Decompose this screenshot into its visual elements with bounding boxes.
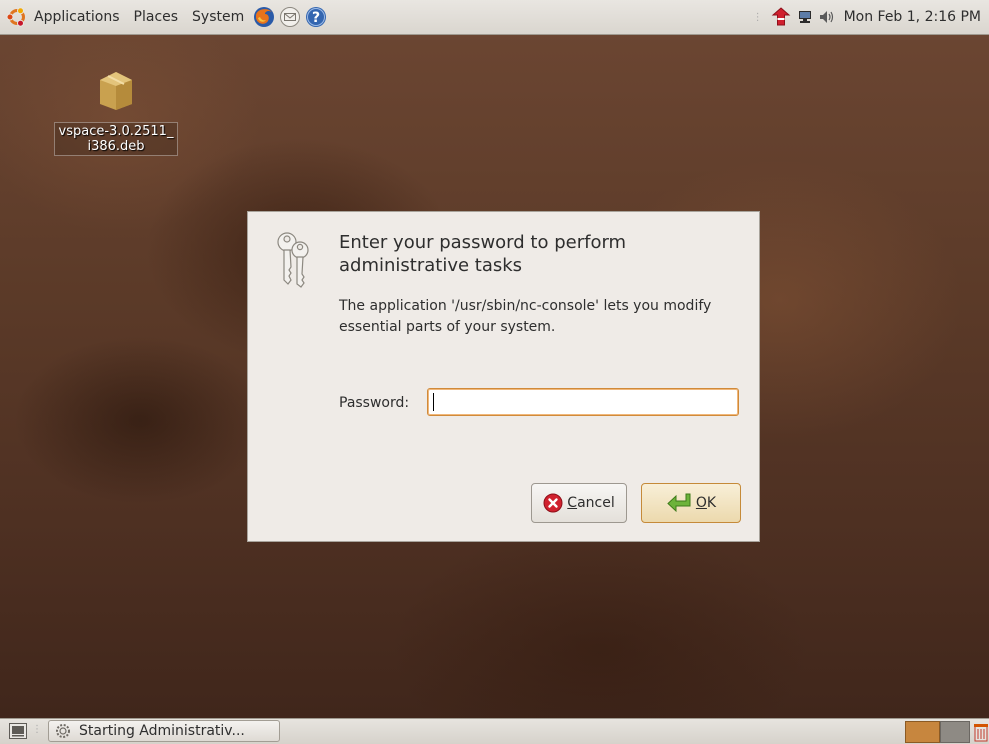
desktop-file-vspace-deb[interactable]: vspace-3.0.2511_ i386.deb [40, 68, 192, 156]
system-menu[interactable]: System [185, 0, 251, 34]
desktop-screen: Applications Places System ? ⋮ Mon Feb 1… [0, 0, 989, 744]
ok-button[interactable]: OK [641, 483, 741, 523]
show-desktop-icon[interactable] [9, 723, 27, 739]
ubuntu-logo-icon [6, 7, 25, 27]
cancel-button-label: Cancel [567, 495, 615, 511]
enter-arrow-icon [667, 493, 691, 513]
dialog-message: The application '/usr/sbin/nc-console' l… [339, 298, 712, 335]
keys-icon [277, 232, 309, 288]
bottom-panel: ⋮ Starting Administrativ... [0, 718, 989, 744]
cancel-button[interactable]: Cancel [531, 483, 627, 523]
ok-button-label: OK [695, 495, 717, 511]
help-launcher-icon[interactable]: ? [305, 6, 327, 28]
authentication-dialog: Enter your password to perform administr… [248, 212, 759, 541]
volume-icon[interactable] [818, 8, 836, 26]
password-label: Password: [339, 395, 410, 411]
dialog-heading: Enter your password to perform administr… [339, 232, 627, 276]
workspace-switcher-2[interactable] [940, 721, 970, 743]
trash-icon[interactable] [973, 722, 989, 742]
firefox-launcher-icon[interactable] [253, 6, 275, 28]
help-icon: ? [306, 7, 327, 27]
svg-text:?: ? [312, 10, 320, 26]
panel-handle: ⋮ [32, 724, 42, 735]
email-launcher-icon[interactable] [279, 6, 301, 28]
tray-handle: ⋮ [752, 11, 763, 23]
workspace-switcher-1[interactable] [905, 721, 940, 743]
package-icon [100, 72, 132, 110]
text-cursor [433, 393, 434, 411]
places-menu-label: Places [133, 9, 179, 25]
taskbar-window-button[interactable]: Starting Administrativ... [48, 720, 280, 742]
top-panel: Applications Places System ? ⋮ Mon Feb 1… [0, 0, 989, 35]
system-tray: ⋮ Mon Feb 1, 2:16 PM [753, 6, 981, 28]
firefox-icon [254, 7, 275, 27]
network-icon[interactable] [796, 8, 814, 26]
clock[interactable]: Mon Feb 1, 2:16 PM [844, 9, 981, 25]
gear-icon [56, 724, 70, 738]
taskbar-window-label: Starting Administrativ... [79, 723, 245, 739]
desktop-file-label: vspace-3.0.2511_ i386.deb [53, 122, 179, 156]
system-menu-label: System [192, 9, 245, 25]
places-menu[interactable]: Places [127, 0, 186, 34]
applications-menu[interactable]: Applications [0, 0, 127, 34]
applications-menu-label: Applications [34, 9, 120, 25]
password-field[interactable] [427, 388, 739, 416]
envelope-icon [280, 7, 301, 27]
cancel-icon [543, 493, 563, 513]
update-notifier-icon[interactable] [770, 6, 792, 28]
